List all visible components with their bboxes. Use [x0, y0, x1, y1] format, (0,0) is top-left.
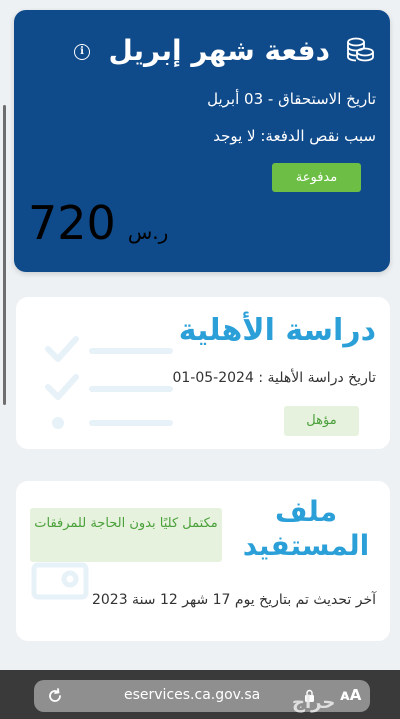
haraj-watermark: حراج	[292, 692, 336, 713]
amount-value: 720	[28, 196, 116, 250]
paid-status-badge: مدفوعة	[272, 163, 361, 192]
payment-amount: 720 ر.س	[28, 196, 168, 250]
qualified-status-badge: مؤهل	[284, 406, 359, 436]
scrollbar[interactable]	[3, 105, 6, 405]
eligibility-date-line: تاريخ دراسة الأهلية : 2024-05-01	[172, 370, 376, 386]
browser-toolbar: eservices.ca.gov.sa ᴀA	[0, 670, 400, 719]
eligibility-title: دراسة الأهلية	[178, 313, 376, 348]
user-card-icon	[31, 562, 89, 600]
text-size-button[interactable]: ᴀA	[340, 686, 361, 704]
due-date-line: تاريخ الاستحقاق - 03 أبريل	[207, 90, 376, 108]
reload-icon[interactable]	[46, 687, 64, 705]
checklist-icon	[45, 336, 173, 429]
profile-complete-badge: مكتمل كليًا بدون الحاجة للمرفقات	[30, 508, 222, 562]
coins-icon	[347, 37, 374, 62]
url-text: eservices.ca.gov.sa	[124, 687, 261, 703]
profile-update-line: آخر تحديث تم بتاريخ يوم 17 شهر 12 سنة 20…	[91, 592, 376, 608]
payment-title: دفعة شهر إبريل	[108, 34, 330, 67]
info-icon[interactable]: i	[74, 44, 90, 60]
profile-title: ملف المستفيد	[242, 495, 370, 562]
beneficiary-profile-card[interactable]: ملف المستفيد مكتمل كليًا بدون الحاجة للم…	[16, 481, 390, 641]
amount-currency: ر.س	[127, 220, 169, 244]
shortage-reason-line: سبب نقص الدفعة: لا يوجد	[213, 127, 376, 145]
